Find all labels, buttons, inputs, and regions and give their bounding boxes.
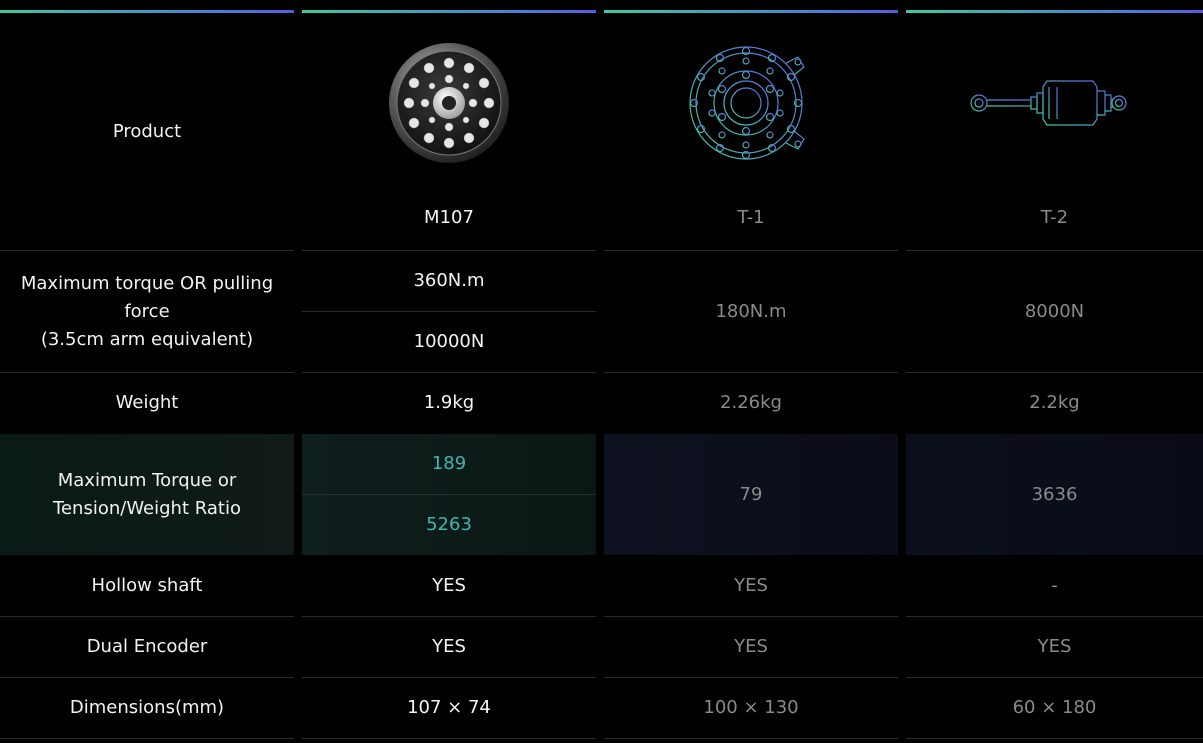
dimensions-value: 60 × 180 <box>1012 697 1097 718</box>
linear-actuator-outline-icon <box>906 40 1203 165</box>
motor-photo-icon <box>302 40 596 165</box>
rotary-actuator-outline-icon <box>604 40 898 165</box>
torque-label: Maximum torque OR pulling force (3.5cm a… <box>20 272 274 350</box>
torque-value: 180N.m <box>715 300 787 322</box>
ratio-label: Maximum Torque or Tension/Weight Ratio <box>53 469 241 519</box>
product-name: T-2 <box>1040 207 1069 228</box>
encoder-value: YES <box>1037 636 1072 657</box>
ratio-force-value: 5263 <box>426 514 472 535</box>
encoder-label: Dual Encoder <box>86 636 208 657</box>
product-name: T-1 <box>737 207 765 228</box>
weight-value: 2.26kg <box>720 392 782 413</box>
weight-value: 1.9kg <box>423 392 475 413</box>
encoder-value: YES <box>734 636 768 657</box>
pulling-force-value: 10000N <box>413 331 485 352</box>
hollow-label: Hollow shaft <box>91 575 203 596</box>
ratio-value: 3636 <box>1031 483 1078 505</box>
dimensions-label: Dimensions(mm) <box>69 697 225 718</box>
hollow-value: YES <box>734 575 768 596</box>
product-name: M107 <box>424 207 474 228</box>
weight-label: Weight <box>115 392 179 413</box>
label-column: Product Maximum torque OR pulling force … <box>0 0 294 743</box>
weight-value: 2.2kg <box>1029 392 1080 413</box>
ratio-torque-value: 189 <box>431 453 467 474</box>
column-accent-line <box>0 10 294 13</box>
dimensions-value: 107 × 74 <box>407 697 491 718</box>
product-column-t1: T-1 180N.m 2.26kg 79 YES YES 100 × 130 <box>604 0 898 743</box>
product-column-t2: T-2 8000N 2.2kg 3636 - YES 60 × 180 <box>906 0 1203 743</box>
encoder-value: YES <box>432 636 466 657</box>
torque-value: 360N.m <box>413 270 485 291</box>
dimensions-value: 100 × 130 <box>703 697 799 718</box>
hollow-value: - <box>1051 575 1058 596</box>
force-value: 8000N <box>1024 300 1085 322</box>
ratio-value: 79 <box>739 483 763 505</box>
hollow-value: YES <box>432 575 466 596</box>
product-column-m107: M107 360N.m 10000N 1.9kg 189 5263 YES YE… <box>302 0 596 743</box>
product-label: Product <box>112 121 182 142</box>
